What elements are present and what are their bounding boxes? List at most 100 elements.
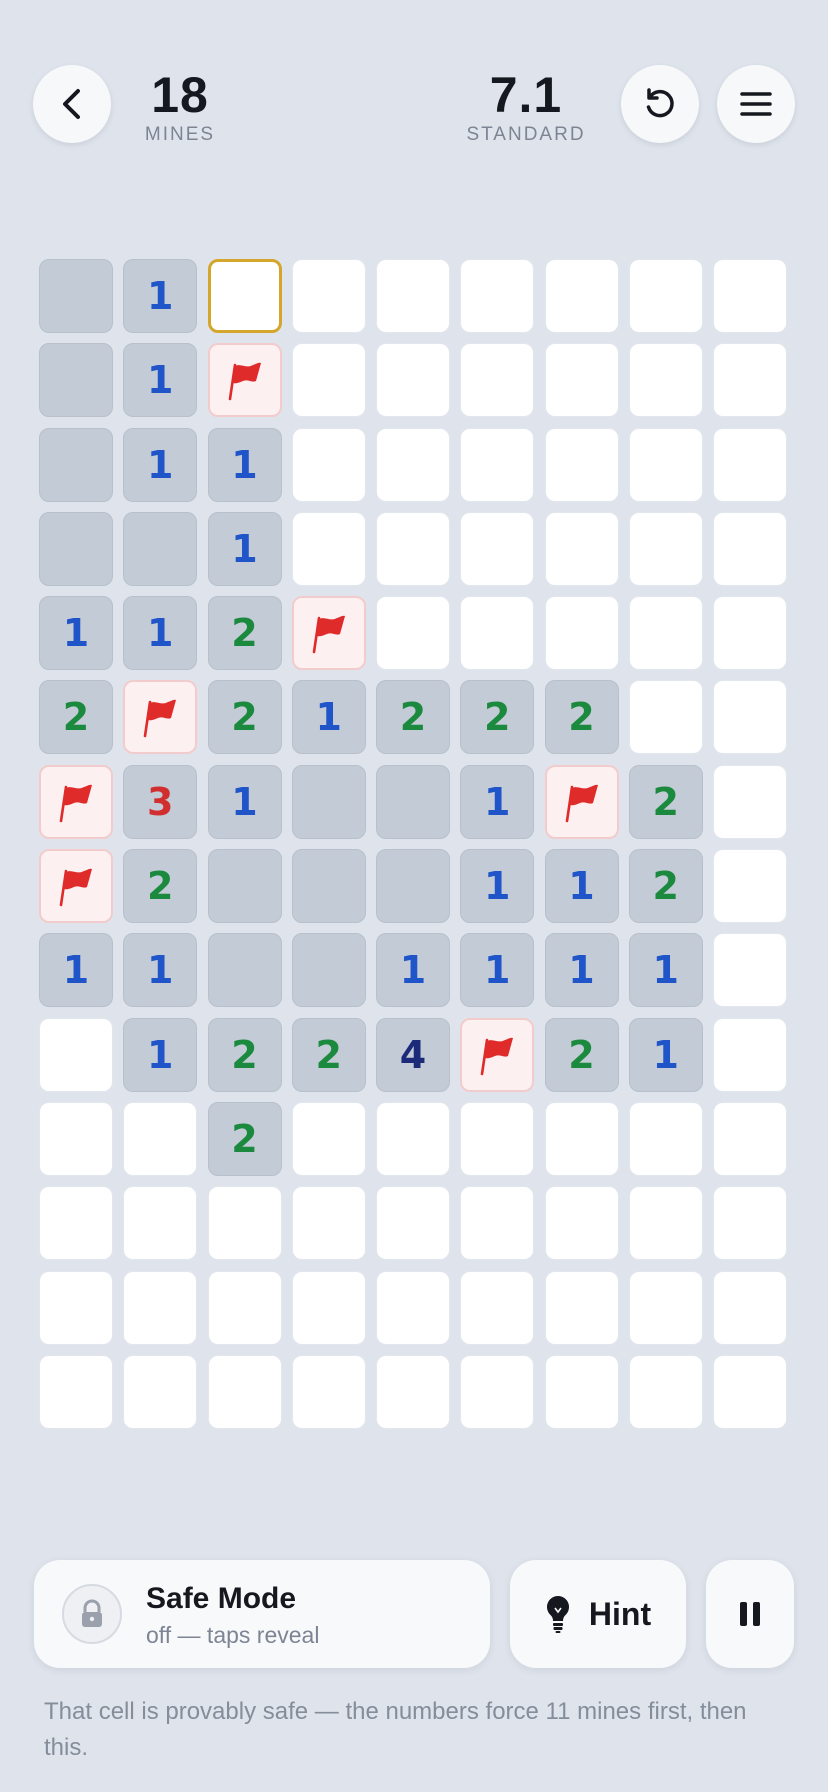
- cell-unrevealed[interactable]: [376, 259, 450, 333]
- cell-unrevealed[interactable]: [544, 511, 619, 586]
- cell-number[interactable]: 1: [207, 511, 282, 586]
- cell-unrevealed[interactable]: [713, 849, 787, 924]
- cell-unrevealed[interactable]: [460, 1101, 535, 1176]
- cell-unrevealed[interactable]: [628, 596, 703, 671]
- cell-unrevealed[interactable]: [207, 1186, 282, 1261]
- cell-revealed-empty[interactable]: [39, 343, 113, 418]
- restart-button[interactable]: [621, 65, 699, 143]
- cell-number[interactable]: 2: [39, 680, 113, 755]
- cell-unrevealed[interactable]: [713, 933, 787, 1008]
- cell-unrevealed[interactable]: [713, 427, 787, 502]
- cell-selected[interactable]: [207, 259, 282, 333]
- cell-unrevealed[interactable]: [713, 511, 787, 586]
- cell-revealed-empty[interactable]: [207, 849, 282, 924]
- cell-unrevealed[interactable]: [628, 1101, 703, 1176]
- cell-unrevealed[interactable]: [123, 1270, 198, 1345]
- cell-unrevealed[interactable]: [460, 1354, 535, 1429]
- cell-revealed-empty[interactable]: [123, 511, 198, 586]
- cell-flagged[interactable]: [291, 596, 366, 671]
- cell-unrevealed[interactable]: [39, 1017, 113, 1092]
- cell-number[interactable]: 1: [460, 849, 535, 924]
- cell-unrevealed[interactable]: [628, 511, 703, 586]
- cell-unrevealed[interactable]: [713, 1354, 787, 1429]
- cell-unrevealed[interactable]: [123, 1354, 198, 1429]
- cell-number[interactable]: 2: [207, 680, 282, 755]
- cell-unrevealed[interactable]: [376, 1354, 450, 1429]
- cell-number[interactable]: 2: [544, 680, 619, 755]
- cell-unrevealed[interactable]: [291, 1270, 366, 1345]
- cell-unrevealed[interactable]: [460, 427, 535, 502]
- safe-mode-toggle[interactable]: Safe Mode off — taps reveal: [34, 1560, 490, 1668]
- cell-unrevealed[interactable]: [291, 343, 366, 418]
- cell-unrevealed[interactable]: [376, 343, 450, 418]
- cell-revealed-empty[interactable]: [376, 849, 450, 924]
- cell-number[interactable]: 1: [123, 933, 198, 1008]
- cell-unrevealed[interactable]: [207, 1354, 282, 1429]
- cell-unrevealed[interactable]: [460, 596, 535, 671]
- cell-unrevealed[interactable]: [207, 1270, 282, 1345]
- cell-unrevealed[interactable]: [544, 427, 619, 502]
- cell-revealed-empty[interactable]: [291, 764, 366, 839]
- cell-number[interactable]: 2: [123, 849, 198, 924]
- cell-number[interactable]: 1: [123, 596, 198, 671]
- cell-unrevealed[interactable]: [39, 1101, 113, 1176]
- cell-unrevealed[interactable]: [291, 511, 366, 586]
- cell-number[interactable]: 1: [123, 343, 198, 418]
- cell-revealed-empty[interactable]: [291, 849, 366, 924]
- cell-revealed-empty[interactable]: [39, 427, 113, 502]
- cell-number[interactable]: 1: [123, 427, 198, 502]
- cell-unrevealed[interactable]: [713, 1186, 787, 1261]
- cell-number[interactable]: 1: [544, 849, 619, 924]
- cell-unrevealed[interactable]: [544, 1270, 619, 1345]
- cell-unrevealed[interactable]: [628, 259, 703, 333]
- cell-unrevealed[interactable]: [628, 343, 703, 418]
- cell-unrevealed[interactable]: [123, 1101, 198, 1176]
- cell-unrevealed[interactable]: [376, 427, 450, 502]
- cell-unrevealed[interactable]: [713, 1101, 787, 1176]
- cell-number[interactable]: 1: [39, 596, 113, 671]
- cell-unrevealed[interactable]: [713, 343, 787, 418]
- cell-unrevealed[interactable]: [376, 1186, 450, 1261]
- cell-number[interactable]: 2: [544, 1017, 619, 1092]
- cell-unrevealed[interactable]: [39, 1186, 113, 1261]
- cell-unrevealed[interactable]: [291, 1101, 366, 1176]
- cell-flagged[interactable]: [39, 849, 113, 924]
- cell-unrevealed[interactable]: [39, 1354, 113, 1429]
- cell-unrevealed[interactable]: [544, 1354, 619, 1429]
- cell-number[interactable]: 1: [376, 933, 450, 1008]
- cell-flagged[interactable]: [207, 343, 282, 418]
- cell-revealed-empty[interactable]: [207, 933, 282, 1008]
- cell-unrevealed[interactable]: [376, 511, 450, 586]
- cell-unrevealed[interactable]: [628, 680, 703, 755]
- cell-number[interactable]: 3: [123, 764, 198, 839]
- cell-unrevealed[interactable]: [376, 1270, 450, 1345]
- cell-revealed-empty[interactable]: [39, 259, 113, 333]
- cell-unrevealed[interactable]: [39, 1270, 113, 1345]
- cell-unrevealed[interactable]: [544, 343, 619, 418]
- cell-number[interactable]: 1: [207, 427, 282, 502]
- cell-unrevealed[interactable]: [460, 1270, 535, 1345]
- cell-number[interactable]: 1: [207, 764, 282, 839]
- cell-number[interactable]: 2: [628, 764, 703, 839]
- cell-unrevealed[interactable]: [628, 427, 703, 502]
- cell-unrevealed[interactable]: [713, 596, 787, 671]
- cell-unrevealed[interactable]: [291, 427, 366, 502]
- cell-number[interactable]: 2: [207, 1017, 282, 1092]
- cell-unrevealed[interactable]: [291, 259, 366, 333]
- pause-button[interactable]: [706, 1560, 794, 1668]
- cell-unrevealed[interactable]: [713, 1017, 787, 1092]
- cell-number[interactable]: 2: [207, 1101, 282, 1176]
- cell-number[interactable]: 4: [376, 1017, 450, 1092]
- cell-revealed-empty[interactable]: [291, 933, 366, 1008]
- cell-unrevealed[interactable]: [123, 1186, 198, 1261]
- cell-unrevealed[interactable]: [628, 1186, 703, 1261]
- cell-unrevealed[interactable]: [544, 596, 619, 671]
- cell-number[interactable]: 1: [39, 933, 113, 1008]
- menu-button[interactable]: [717, 65, 795, 143]
- cell-number[interactable]: 2: [376, 680, 450, 755]
- cell-revealed-empty[interactable]: [39, 511, 113, 586]
- cell-number[interactable]: 1: [460, 933, 535, 1008]
- cell-unrevealed[interactable]: [460, 259, 535, 333]
- cell-unrevealed[interactable]: [460, 343, 535, 418]
- cell-flagged[interactable]: [39, 764, 113, 839]
